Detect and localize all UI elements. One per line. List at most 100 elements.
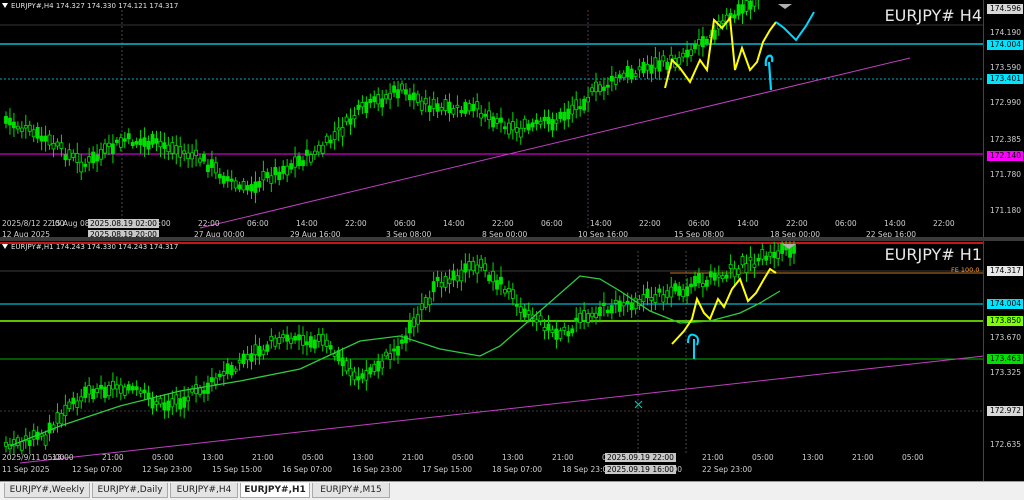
candle-body	[316, 144, 321, 153]
candle-body	[344, 116, 349, 123]
chart-tab[interactable]: EURJPY#,H1	[240, 483, 310, 498]
candle-body	[8, 117, 12, 126]
candle-body	[225, 363, 230, 375]
candle-body	[336, 127, 341, 131]
time-label: 21:00	[252, 453, 274, 462]
candle-body	[158, 397, 163, 405]
candle-body	[617, 74, 622, 79]
candle-body	[665, 61, 670, 70]
h1-chart-canvas[interactable]	[0, 241, 1024, 481]
candle-body	[752, 263, 757, 268]
candle-body	[538, 315, 543, 322]
dropdown-triangle-icon[interactable]	[2, 244, 8, 249]
candle-body	[289, 337, 294, 344]
candle-body	[657, 60, 662, 72]
candle-body	[233, 368, 238, 372]
candle-body	[99, 384, 103, 390]
candle-body	[744, 263, 749, 274]
chart-tab[interactable]: EURJPY#,Weekly	[4, 483, 90, 498]
price-label: 173.670	[989, 333, 1021, 342]
date-label: 16 Sep 23:00	[352, 465, 403, 474]
crosshair-time-box: 2025.09.19 22:00	[605, 453, 676, 462]
candle-body	[728, 264, 733, 269]
candle-body	[423, 297, 428, 308]
candle-body	[328, 139, 333, 144]
candle-body	[554, 119, 559, 124]
candle-body	[550, 119, 555, 131]
candle-body	[415, 314, 420, 325]
candle-body	[697, 39, 701, 46]
chart-tab[interactable]: EURJPY#,Daily	[92, 483, 168, 498]
candle-body	[186, 152, 191, 160]
chart-pane-h4[interactable]: EURJPY#,H4 174.327 174.330 174.121 174.3…	[0, 0, 1024, 237]
candle-body	[534, 319, 539, 323]
candle-body	[756, 257, 761, 262]
candle-body	[79, 161, 84, 173]
time-label: 22:00	[492, 219, 514, 228]
chart-tab[interactable]: EURJPY#,M15	[312, 483, 390, 498]
candle-body	[776, 250, 781, 259]
candle-body	[621, 72, 626, 79]
candle-body	[178, 145, 183, 158]
candle-body	[586, 313, 590, 323]
time-label: 06:00	[247, 219, 269, 228]
candle-body	[518, 306, 523, 313]
candle-body	[443, 276, 448, 288]
candle-body	[348, 118, 353, 125]
time-label: 13:00	[52, 453, 74, 462]
candle-body	[4, 441, 8, 447]
candle-body	[558, 330, 563, 339]
dropdown-triangle-icon[interactable]	[2, 3, 8, 8]
date-label: 12 Sep 23:00	[142, 465, 193, 474]
candle-body	[613, 77, 618, 85]
candle-body	[221, 371, 226, 376]
h1-price-axis[interactable]: 174.317 174.004 173.850 173.670 173.463 173.3…	[983, 241, 1024, 481]
candle-body	[79, 396, 84, 402]
candle-body	[75, 153, 80, 163]
h4-chart-canvas[interactable]	[0, 0, 1024, 237]
chart-pane-h1[interactable]: EURJPY#,H1 174.243 174.330 174.243 174.3…	[0, 241, 1024, 481]
candle-body	[427, 105, 432, 113]
time-label: 05:00	[452, 453, 474, 462]
candle-body	[570, 104, 575, 115]
candle-body	[63, 154, 68, 161]
price-label: 173.401	[987, 74, 1023, 84]
candle-body	[451, 108, 456, 115]
chart-tab[interactable]: EURJPY#,H4	[170, 483, 238, 498]
price-label: 174.190	[989, 28, 1021, 37]
candle-body	[281, 165, 286, 174]
candle-body	[463, 263, 468, 273]
candle-body	[71, 152, 76, 158]
time-label: 14:00	[737, 219, 759, 228]
candle-body	[431, 281, 436, 293]
candle-body	[59, 142, 64, 149]
date-label: 12 Sep 07:00	[72, 465, 123, 474]
candle-body	[324, 135, 329, 143]
crosshair-time-box: 2025.08.19 02:00	[88, 219, 159, 228]
candle-body	[704, 279, 709, 287]
time-label: 13:00	[352, 453, 374, 462]
price-label: 174.004	[987, 40, 1023, 50]
candle-body	[665, 290, 670, 298]
candle-body	[384, 94, 389, 100]
candle-body	[67, 149, 72, 160]
candle-body	[491, 116, 495, 128]
candle-body	[305, 341, 309, 346]
candle-body	[503, 288, 507, 294]
h4-symbol-title: EURJPY# H4	[884, 6, 982, 25]
candle-body	[107, 385, 111, 397]
candle-body	[134, 386, 139, 391]
candle-body	[15, 437, 20, 446]
candle-body	[404, 89, 408, 95]
candle-body	[411, 317, 416, 328]
candle-body	[495, 280, 499, 290]
candle-body	[150, 397, 155, 409]
candle-body	[423, 97, 428, 105]
candle-body	[51, 142, 56, 150]
date-label: 18 Sep 07:00	[492, 465, 543, 474]
candle-body	[526, 123, 531, 131]
candle-body	[693, 275, 697, 287]
candle-body	[368, 367, 373, 375]
candle-body	[273, 337, 278, 347]
h4-price-axis[interactable]: 174.596 174.190 174.004 173.590 173.401 172.9…	[983, 0, 1024, 237]
